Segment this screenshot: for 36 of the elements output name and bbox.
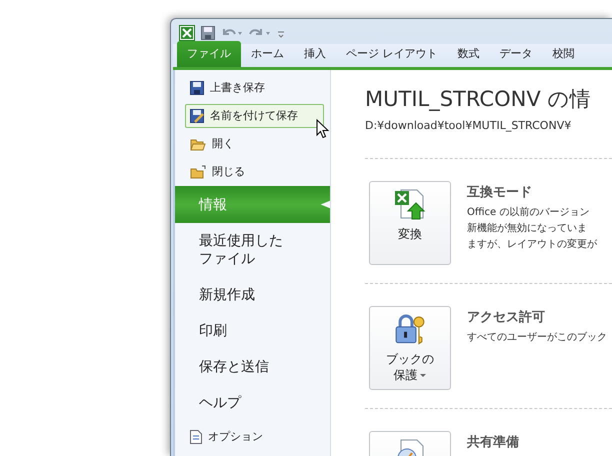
- menu-item[interactable]: オプション: [185, 425, 324, 449]
- ribbon-tab[interactable]: 数式: [448, 41, 490, 67]
- folder-icon: [190, 165, 206, 179]
- convert-icon: [393, 188, 427, 222]
- convert-button[interactable]: 変換: [369, 181, 451, 265]
- menu-item[interactable]: 名前を付けて保存: [185, 104, 324, 128]
- ribbon-tab[interactable]: 校閲: [542, 41, 584, 67]
- menu-item[interactable]: 上書き保存: [185, 76, 324, 100]
- ribbon-tab[interactable]: ホーム: [241, 41, 294, 67]
- protect-workbook-button[interactable]: ブックの保護: [369, 306, 451, 390]
- save-icon[interactable]: [201, 26, 215, 40]
- section-heading: 互換モード: [467, 185, 533, 201]
- lock-and-key-icon: [393, 313, 427, 347]
- menu-item[interactable]: 閉じる: [185, 160, 324, 184]
- folder-icon: [190, 137, 206, 151]
- ribbon-tab[interactable]: 挿入: [294, 41, 336, 67]
- save-as-icon: [190, 109, 204, 123]
- menu-item[interactable]: 印刷: [175, 313, 330, 349]
- ribbon-tab[interactable]: データ: [490, 41, 542, 67]
- menu-item[interactable]: ヘルプ: [175, 385, 330, 421]
- menu-item[interactable]: 新規作成: [175, 277, 330, 313]
- save-icon: [190, 81, 204, 95]
- description-text: ますが、レイアウトの変更が: [467, 238, 597, 252]
- spreadsheet-app-icon[interactable]: [179, 25, 195, 41]
- ribbon-tab[interactable]: ファイル: [177, 41, 241, 67]
- document-title: MUTIL_STRCONV の情: [365, 86, 592, 113]
- document-icon: [190, 430, 202, 444]
- description-text: すべてのユーザーがこのブック: [467, 330, 607, 345]
- section-heading: アクセス許可: [467, 310, 546, 326]
- ribbon-tab[interactable]: ページ レイアウト: [336, 41, 448, 67]
- description-text: 新機能が無効になっていま: [467, 222, 588, 236]
- menu-item[interactable]: 最近使用したファイル: [175, 223, 330, 277]
- menu-item[interactable]: 保存と送信: [175, 349, 330, 385]
- file-path: D:¥download¥tool¥MUTIL_STRCONV¥: [365, 118, 572, 134]
- description-text: Office の以前のバージョン: [467, 206, 590, 220]
- section-heading: 共有準備: [467, 435, 519, 451]
